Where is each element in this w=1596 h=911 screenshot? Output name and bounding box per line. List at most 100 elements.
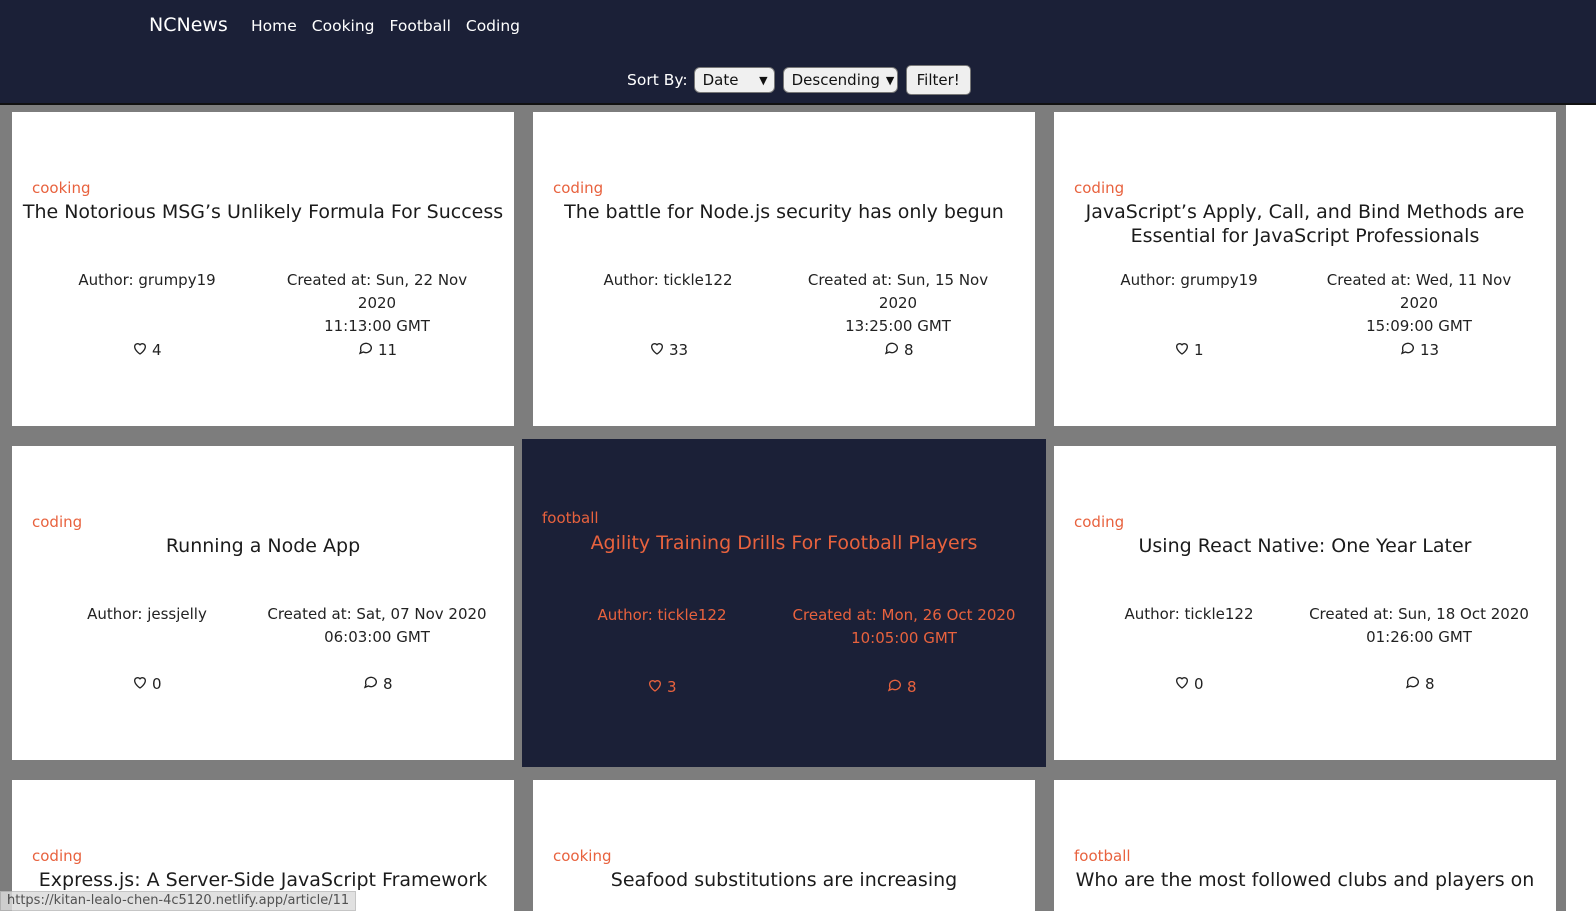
article-title[interactable]: The battle for Node.js security has only… bbox=[543, 200, 1025, 224]
article-topic[interactable]: coding bbox=[553, 179, 603, 197]
created-date: Created at: Sun, 15 Nov 2020 bbox=[807, 271, 989, 312]
comments-count[interactable]: 8 bbox=[1405, 674, 1435, 694]
article-created: Created at: Sun, 15 Nov 2020 13:25:00 GM… bbox=[788, 269, 1008, 338]
article-topic[interactable]: coding bbox=[1074, 513, 1124, 531]
top-navbar: NCNews Home Cooking Football Coding Sort… bbox=[0, 0, 1596, 105]
article-topic[interactable]: coding bbox=[32, 513, 82, 531]
likes-count[interactable]: 33 bbox=[649, 340, 688, 360]
created-date: Created at: Mon, 26 Oct 2020 bbox=[792, 606, 1016, 624]
likes-count[interactable]: 4 bbox=[132, 340, 162, 360]
created-date: Created at: Wed, 11 Nov 2020 bbox=[1326, 271, 1512, 312]
article-card[interactable]: coding Running a Node App Author: jessje… bbox=[12, 446, 514, 760]
comment-icon bbox=[363, 674, 379, 694]
article-created: Created at: Sat, 07 Nov 2020 06:03:00 GM… bbox=[267, 603, 487, 649]
article-card[interactable]: coding JavaScript’s Apply, Call, and Bin… bbox=[1054, 112, 1556, 426]
likes-count[interactable]: 3 bbox=[647, 677, 677, 697]
heart-icon bbox=[647, 677, 663, 697]
article-topic[interactable]: football bbox=[1074, 847, 1131, 865]
likes-count[interactable]: 1 bbox=[1174, 340, 1204, 360]
sort-controls: Sort By: Date ▼ Descending ▼ Filter! bbox=[627, 65, 971, 95]
likes-value: 1 bbox=[1194, 341, 1204, 359]
likes-value: 0 bbox=[152, 675, 162, 693]
main-nav: Home Cooking Football Coding bbox=[251, 17, 520, 35]
created-time: 11:13:00 GMT bbox=[324, 317, 430, 335]
sort-by-label: Sort By: bbox=[627, 71, 688, 89]
nav-home-link[interactable]: Home bbox=[251, 17, 297, 35]
link-status-bar: https://kitan-lealo-chen-4c5120.netlify.… bbox=[0, 891, 357, 911]
likes-value: 33 bbox=[669, 341, 689, 359]
created-time: 01:26:00 GMT bbox=[1366, 628, 1472, 646]
chevron-down-icon: ▼ bbox=[759, 73, 768, 87]
article-title[interactable]: Seafood substitutions are increasing bbox=[543, 868, 1025, 892]
comment-icon bbox=[1405, 674, 1421, 694]
created-date: Created at: Sun, 18 Oct 2020 bbox=[1309, 605, 1529, 623]
article-card[interactable]: coding The battle for Node.js security h… bbox=[533, 112, 1035, 426]
order-select[interactable]: Descending ▼ bbox=[782, 67, 898, 93]
article-author: Author: grumpy19 bbox=[1120, 271, 1258, 289]
likes-count[interactable]: 0 bbox=[1174, 674, 1204, 694]
article-author: Author: grumpy19 bbox=[78, 271, 216, 289]
comments-count[interactable]: 13 bbox=[1400, 340, 1439, 360]
article-title[interactable]: Running a Node App bbox=[22, 534, 504, 558]
article-topic[interactable]: coding bbox=[1074, 179, 1124, 197]
article-topic[interactable]: football bbox=[542, 509, 599, 527]
likes-value: 4 bbox=[152, 341, 162, 359]
article-title[interactable]: Who are the most followed clubs and play… bbox=[1064, 868, 1546, 892]
article-card[interactable]: cooking The Notorious MSG’s Unlikely For… bbox=[12, 112, 514, 426]
article-card-hovered[interactable]: football Agility Training Drills For Foo… bbox=[522, 439, 1046, 767]
comments-count[interactable]: 11 bbox=[358, 340, 397, 360]
article-author: Author: tickle122 bbox=[603, 271, 733, 289]
article-card[interactable]: football Who are the most followed clubs… bbox=[1054, 780, 1556, 911]
sort-by-select[interactable]: Date ▼ bbox=[693, 67, 775, 93]
likes-value: 0 bbox=[1194, 675, 1204, 693]
nav-coding-link[interactable]: Coding bbox=[466, 17, 520, 35]
page-scrollbar[interactable] bbox=[1566, 0, 1596, 911]
article-created: Created at: Sun, 22 Nov 2020 11:13:00 GM… bbox=[267, 269, 487, 338]
article-card[interactable]: cooking Seafood substitutions are increa… bbox=[533, 780, 1035, 911]
comment-icon bbox=[358, 340, 374, 360]
article-topic[interactable]: cooking bbox=[32, 179, 90, 197]
article-title[interactable]: Express.js: A Server-Side JavaScript Fra… bbox=[22, 868, 504, 892]
article-title[interactable]: JavaScript’s Apply, Call, and Bind Metho… bbox=[1064, 200, 1546, 248]
comments-value: 11 bbox=[378, 341, 398, 359]
brand-logo-text[interactable]: NCNews bbox=[149, 14, 228, 36]
article-created: Created at: Mon, 26 Oct 2020 10:05:00 GM… bbox=[784, 604, 1024, 650]
article-title[interactable]: Using React Native: One Year Later bbox=[1064, 534, 1546, 558]
article-title[interactable]: The Notorious MSG’s Unlikely Formula For… bbox=[22, 200, 504, 224]
comment-icon bbox=[887, 677, 903, 697]
article-author: Author: jessjelly bbox=[87, 605, 207, 623]
nav-football-link[interactable]: Football bbox=[390, 17, 451, 35]
article-author: Author: tickle122 bbox=[1124, 605, 1254, 623]
comment-icon bbox=[1400, 340, 1416, 360]
comment-icon bbox=[884, 340, 900, 360]
created-time: 15:09:00 GMT bbox=[1366, 317, 1472, 335]
article-topic[interactable]: cooking bbox=[553, 847, 611, 865]
article-created: Created at: Wed, 11 Nov 2020 15:09:00 GM… bbox=[1309, 269, 1529, 338]
order-value: Descending bbox=[791, 71, 880, 89]
heart-icon bbox=[132, 674, 148, 694]
created-date: Created at: Sun, 22 Nov 2020 bbox=[286, 271, 468, 312]
likes-count[interactable]: 0 bbox=[132, 674, 162, 694]
comments-value: 8 bbox=[1425, 675, 1435, 693]
created-date: Created at: Sat, 07 Nov 2020 bbox=[267, 605, 487, 623]
created-time: 13:25:00 GMT bbox=[845, 317, 951, 335]
heart-icon bbox=[649, 340, 665, 360]
sort-by-value: Date bbox=[702, 71, 739, 89]
nav-cooking-link[interactable]: Cooking bbox=[312, 17, 375, 35]
heart-icon bbox=[132, 340, 148, 360]
comments-value: 8 bbox=[383, 675, 393, 693]
article-topic[interactable]: coding bbox=[32, 847, 82, 865]
comments-count[interactable]: 8 bbox=[887, 677, 917, 697]
article-created: Created at: Sun, 18 Oct 2020 01:26:00 GM… bbox=[1309, 603, 1529, 649]
article-title[interactable]: Agility Training Drills For Football Pla… bbox=[532, 531, 1036, 555]
comments-value: 8 bbox=[904, 341, 914, 359]
created-time: 06:03:00 GMT bbox=[324, 628, 430, 646]
created-time: 10:05:00 GMT bbox=[851, 629, 957, 647]
likes-value: 3 bbox=[667, 678, 677, 696]
heart-icon bbox=[1174, 340, 1190, 360]
comments-count[interactable]: 8 bbox=[884, 340, 914, 360]
article-card[interactable]: coding Using React Native: One Year Late… bbox=[1054, 446, 1556, 760]
comments-count[interactable]: 8 bbox=[363, 674, 393, 694]
filter-button[interactable]: Filter! bbox=[905, 65, 971, 95]
comments-value: 13 bbox=[1420, 341, 1440, 359]
